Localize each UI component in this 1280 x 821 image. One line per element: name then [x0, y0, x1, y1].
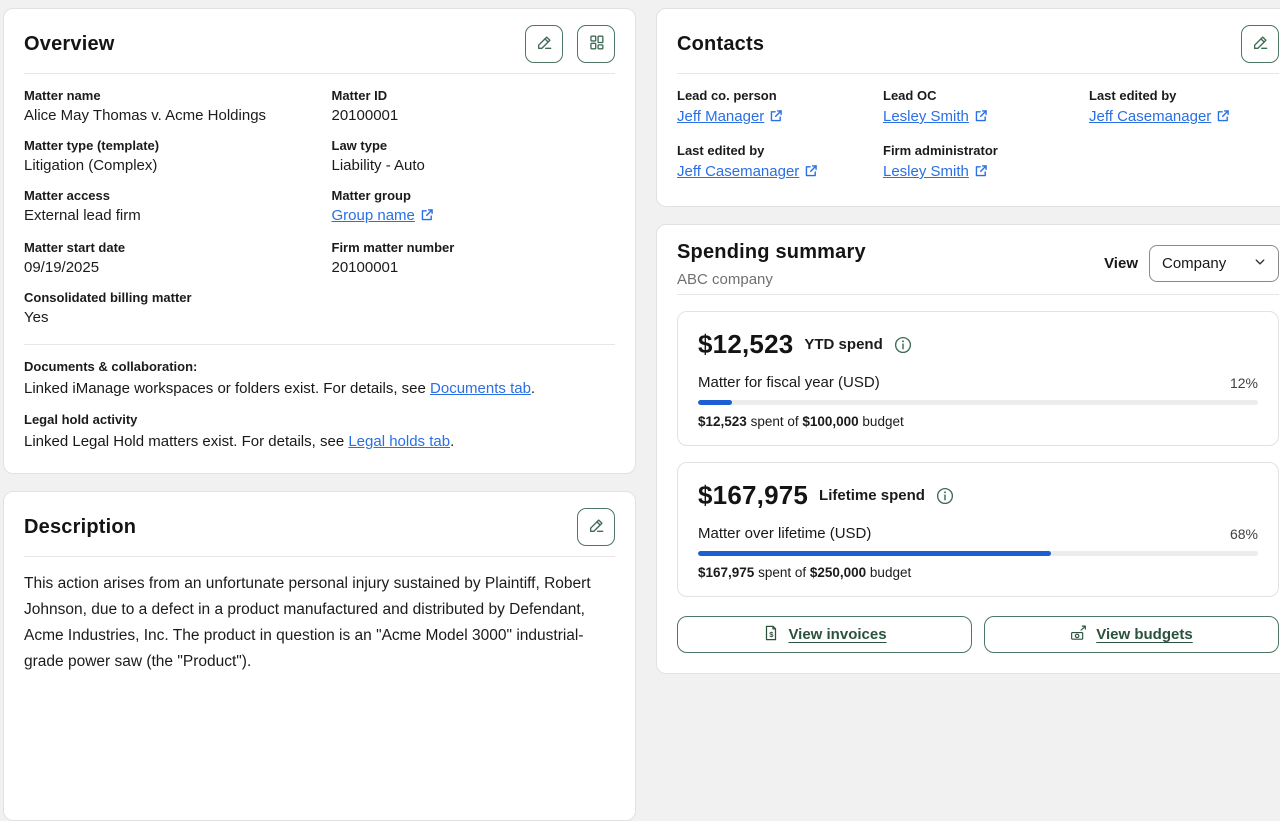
description-card: Description This action arises from an u…: [3, 491, 636, 821]
contact-last-edited-by: Last edited by Jeff Casemanager: [1089, 88, 1279, 127]
field-matter-type: Matter type (template) Litigation (Compl…: [24, 138, 308, 174]
external-link-icon: [974, 109, 988, 127]
contact-link[interactable]: Lesley Smith: [883, 163, 969, 180]
field-matter-group: Matter group Group name: [332, 188, 616, 226]
spending-subtitle: ABC company: [677, 271, 866, 288]
left-column: Overview Matter: [3, 8, 636, 821]
invoice-document-icon: $: [762, 624, 780, 646]
overview-card: Overview Matter: [3, 8, 636, 474]
description-title: Description: [24, 516, 136, 539]
spending-summary-card: Spending summary ABC company View Compan…: [656, 224, 1280, 674]
contact-link[interactable]: Jeff Casemanager: [1089, 108, 1211, 125]
contacts-title-divider: [677, 73, 1279, 74]
field-firm-matter-number: Firm matter number 20100001: [332, 240, 616, 276]
contacts-title: Contacts: [677, 33, 764, 56]
contact-lead-co-person: Lead co. person Jeff Manager: [677, 88, 867, 127]
contact-link[interactable]: Jeff Casemanager: [677, 163, 799, 180]
lifetime-progress-fill: [698, 551, 1051, 556]
svg-text:$: $: [770, 629, 775, 638]
lifetime-amount: $167,975: [698, 480, 808, 511]
contacts-grid: Lead co. person Jeff Manager Lead OC Les…: [677, 88, 1279, 186]
overview-card-header: Overview: [24, 21, 615, 67]
description-edit-button[interactable]: [577, 508, 615, 546]
field-matter-id: Matter ID 20100001: [332, 88, 616, 124]
view-control: View Company: [1104, 245, 1279, 282]
contact-firm-administrator: Firm administrator Lesley Smith: [883, 143, 1073, 182]
field-matter-start-date: Matter start date 09/19/2025: [24, 240, 308, 276]
lifetime-spend-card: $167,975 Lifetime spend Matter over life…: [677, 462, 1279, 597]
legal-holds-tab-link[interactable]: Legal holds tab: [348, 433, 450, 450]
edit-pencil-icon: [1251, 33, 1270, 55]
right-column: Contacts Lead co. person Jeff Manager Le…: [656, 8, 1280, 674]
external-link-icon: [974, 164, 988, 182]
spending-title-block: Spending summary ABC company: [677, 241, 866, 288]
overview-layout-button[interactable]: [577, 25, 615, 63]
ytd-budget-caption: $12,523 spent of $100,000 budget: [698, 414, 1258, 429]
contacts-edit-button[interactable]: [1241, 25, 1279, 63]
description-title-divider: [24, 556, 615, 557]
view-select-value: Company: [1162, 255, 1226, 272]
edit-pencil-icon: [535, 33, 554, 55]
spending-actions: $ View invoices View budgets: [677, 616, 1279, 653]
ytd-progress-fill: [698, 400, 732, 405]
contacts-card: Contacts Lead co. person Jeff Manager Le…: [656, 8, 1280, 207]
edit-pencil-icon: [587, 516, 606, 538]
overview-fields: Matter name Alice May Thomas v. Acme Hol…: [24, 88, 615, 326]
field-consolidated-billing: Consolidated billing matter Yes: [24, 290, 308, 326]
contact-last-edited-by-2: Last edited by Jeff Casemanager: [677, 143, 867, 182]
view-invoices-button[interactable]: $ View invoices: [677, 616, 972, 653]
lifetime-budget-caption: $167,975 spent of $250,000 budget: [698, 565, 1258, 580]
ytd-amount: $12,523: [698, 329, 793, 360]
overview-title-divider: [24, 73, 615, 74]
external-link-icon: [420, 208, 434, 226]
info-icon[interactable]: [894, 336, 912, 354]
view-budgets-button[interactable]: View budgets: [984, 616, 1279, 653]
overview-title: Overview: [24, 33, 115, 56]
legal-hold-note: Legal hold activity Linked Legal Hold ma…: [24, 412, 615, 453]
documents-tab-link[interactable]: Documents tab: [430, 380, 531, 397]
ytd-percent: 12%: [1230, 375, 1258, 391]
contact-link[interactable]: Lesley Smith: [883, 108, 969, 125]
contacts-card-header: Contacts: [677, 21, 1279, 67]
overview-edit-button[interactable]: [525, 25, 563, 63]
contact-link[interactable]: Jeff Manager: [677, 108, 764, 125]
chevron-down-icon: [1254, 255, 1266, 272]
matter-overview-page: Overview Matter: [0, 0, 1280, 821]
budget-money-icon: [1070, 624, 1088, 646]
lifetime-meter-label: Matter over lifetime (USD): [698, 525, 871, 542]
view-select[interactable]: Company: [1149, 245, 1279, 282]
ytd-progress-bar: [698, 400, 1258, 405]
contact-lead-oc: Lead OC Lesley Smith: [883, 88, 1073, 127]
overview-actions: [525, 25, 615, 63]
field-matter-access: Matter access External lead firm: [24, 188, 308, 226]
lifetime-percent: 68%: [1230, 526, 1258, 542]
spending-title: Spending summary: [677, 241, 866, 264]
documents-collaboration-note: Documents & collaboration: Linked iManag…: [24, 359, 615, 400]
external-link-icon: [804, 164, 818, 182]
ytd-period-label: YTD spend: [804, 336, 882, 353]
view-label: View: [1104, 255, 1138, 272]
external-link-icon: [1216, 109, 1230, 127]
overview-section-divider: [24, 344, 615, 345]
layout-grid-icon: [587, 33, 606, 55]
spending-card-header: Spending summary ABC company View Compan…: [677, 237, 1279, 288]
spending-title-divider: [677, 294, 1279, 295]
ytd-meter-label: Matter for fiscal year (USD): [698, 374, 880, 391]
field-matter-name: Matter name Alice May Thomas v. Acme Hol…: [24, 88, 308, 124]
lifetime-progress-bar: [698, 551, 1258, 556]
ytd-spend-card: $12,523 YTD spend Matter for fiscal year…: [677, 311, 1279, 446]
matter-group-link[interactable]: Group name: [332, 207, 415, 224]
description-text: This action arises from an unfortunate p…: [24, 571, 615, 675]
external-link-icon: [769, 109, 783, 127]
description-card-header: Description: [24, 504, 615, 550]
info-icon[interactable]: [936, 487, 954, 505]
lifetime-period-label: Lifetime spend: [819, 487, 925, 504]
field-law-type: Law type Liability - Auto: [332, 138, 616, 174]
